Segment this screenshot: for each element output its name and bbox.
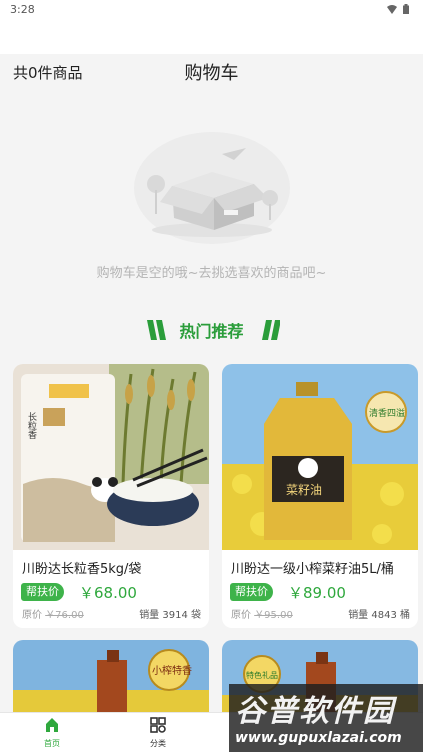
grid-icon	[150, 717, 166, 733]
product-price: ￥68.00	[79, 584, 137, 602]
battery-icon	[403, 4, 409, 14]
tab-home-label: 首页	[44, 739, 60, 748]
badge-xiaozha: 小榨特香	[152, 664, 192, 677]
product-image-oil: 菜籽油 清香四溢	[222, 364, 418, 550]
watermark-url: www.gupuxlazai.com	[235, 730, 402, 746]
original-price-label: 原价	[231, 610, 251, 621]
original-price-label: 原价	[22, 610, 42, 621]
watermark-title: 谷普软件园	[235, 694, 395, 729]
product-name: 川盼达长粒香5kg/袋	[22, 562, 142, 577]
empty-box-icon	[134, 132, 290, 244]
product-card-partial[interactable]: 小榨特香	[13, 640, 209, 720]
status-time: 3:28	[10, 3, 35, 16]
cart-title-bar: 共0件商品 购物车	[0, 54, 423, 88]
slash-decor-right-icon	[261, 320, 280, 340]
hot-section-label: 热门推荐	[179, 322, 244, 341]
slash-decor-left-icon	[147, 320, 167, 340]
rice-package-label: 长粒香	[26, 411, 37, 439]
sales-count: 销量 4843 桶	[348, 610, 410, 621]
hot-section-heading: 热门推荐	[0, 318, 423, 342]
badge-qingxiang: 清香四溢	[369, 407, 405, 419]
oil-bottle-label: 菜籽油	[286, 483, 322, 497]
product-card[interactable]: 长粒香 川盼达长粒香5kg/袋 帮扶价 ￥68.00 原价 ￥76.00 销量 …	[13, 364, 209, 628]
empty-cart-message: 购物车是空的哦~去挑选喜欢的商品吧~	[96, 266, 327, 281]
tab-category-label: 分类	[150, 739, 166, 748]
original-price-value: ￥76.00	[45, 610, 84, 621]
status-bar: 3:28	[0, 0, 423, 20]
tab-home[interactable]: 首页	[22, 717, 82, 749]
original-price: 原价 ￥95.00	[231, 606, 293, 621]
discount-tag: 帮扶价	[230, 583, 273, 601]
watermark: 谷普软件园 www.gupuxlazai.com	[229, 684, 423, 752]
product-name: 川盼达一级小榨菜籽油5L/桶	[231, 562, 394, 577]
original-price-value: ￥95.00	[254, 610, 293, 621]
tab-category[interactable]: 分类	[128, 717, 188, 749]
product-image-rice: 长粒香	[13, 364, 209, 550]
badge-gift: 特色礼品	[246, 670, 278, 680]
sales-count: 销量 3914 袋	[139, 610, 201, 621]
original-price: 原价 ￥76.00	[22, 606, 84, 621]
product-price: ￥89.00	[288, 584, 346, 602]
discount-tag: 帮扶价	[21, 583, 64, 601]
home-icon	[46, 718, 58, 732]
page-title: 购物车	[184, 63, 239, 84]
wifi-icon	[387, 4, 397, 14]
product-card[interactable]: 菜籽油 清香四溢 川盼达一级小榨菜籽油5L/桶 帮扶价 ￥89.00 原价 ￥9…	[222, 364, 418, 628]
app-header	[0, 20, 423, 54]
status-icons	[387, 4, 409, 14]
